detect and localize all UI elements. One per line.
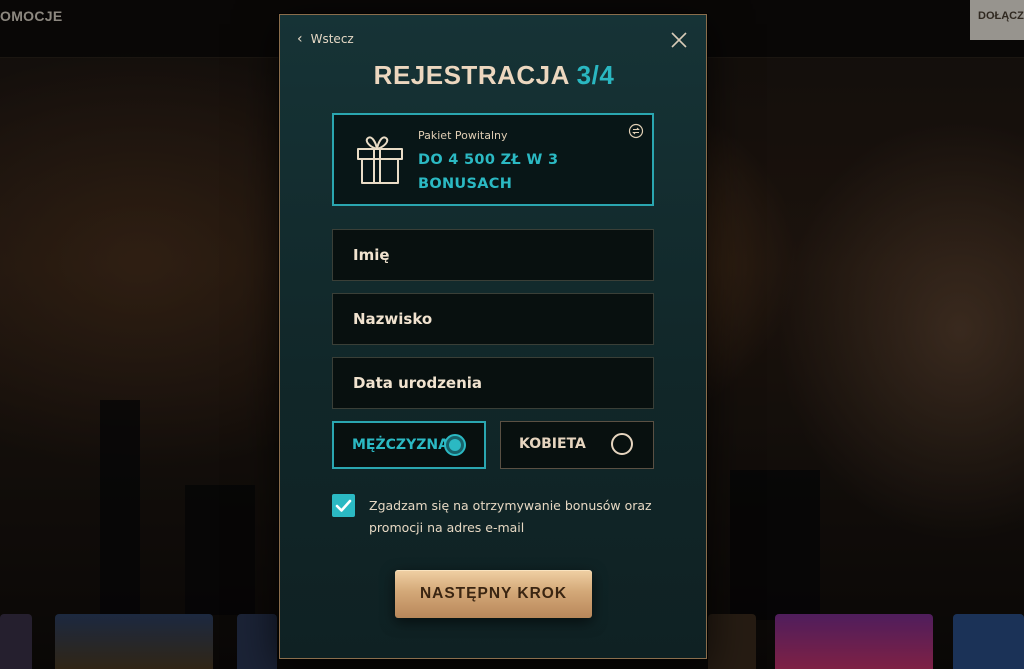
refresh-icon[interactable]	[628, 123, 644, 139]
birthdate-field[interactable]: Data urodzenia	[332, 357, 654, 409]
promo-value: DO 4 500 ZŁ W 3 BONUSACH	[418, 152, 559, 192]
next-step-button[interactable]: NASTĘPNY KROK	[395, 570, 592, 618]
modal-title: REJESTRACJA 3/4	[280, 60, 708, 91]
gift-icon	[357, 136, 403, 184]
first-name-placeholder: Imię	[353, 246, 390, 264]
back-button[interactable]: ‹ Wstecz	[297, 32, 354, 46]
title-text: REJESTRACJA	[373, 60, 569, 90]
back-label: Wstecz	[310, 32, 354, 46]
last-name-field[interactable]: Nazwisko	[332, 293, 654, 345]
first-name-field[interactable]: Imię	[332, 229, 654, 281]
promo-label: Pakiet Powitalny	[418, 129, 508, 142]
radio-selected-icon[interactable]	[444, 434, 466, 456]
consent-checkbox[interactable]	[332, 494, 355, 517]
consent-text: Zgadzam się na otrzymywanie bonusów oraz…	[369, 498, 652, 535]
gender-male-label: MĘŻCZYZNA	[352, 437, 449, 453]
welcome-bonus-card: Pakiet Powitalny DO 4 500 ZŁ W 3 BONUSAC…	[332, 113, 654, 206]
step-indicator: 3/4	[576, 60, 615, 90]
checkmark-icon	[335, 499, 352, 512]
close-icon[interactable]	[670, 31, 688, 49]
gender-option-male[interactable]: MĘŻCZYZNA	[332, 421, 486, 469]
gender-option-female[interactable]: KOBIETA	[500, 421, 654, 469]
birthdate-placeholder: Data urodzenia	[353, 374, 483, 392]
registration-modal: ‹ Wstecz REJESTRACJA 3/4 Pakiet Powitaln…	[279, 14, 707, 659]
radio-empty-icon[interactable]	[611, 433, 633, 455]
gender-female-label: KOBIETA	[519, 436, 586, 452]
last-name-placeholder: Nazwisko	[353, 310, 433, 328]
chevron-left-icon: ‹	[297, 31, 303, 47]
